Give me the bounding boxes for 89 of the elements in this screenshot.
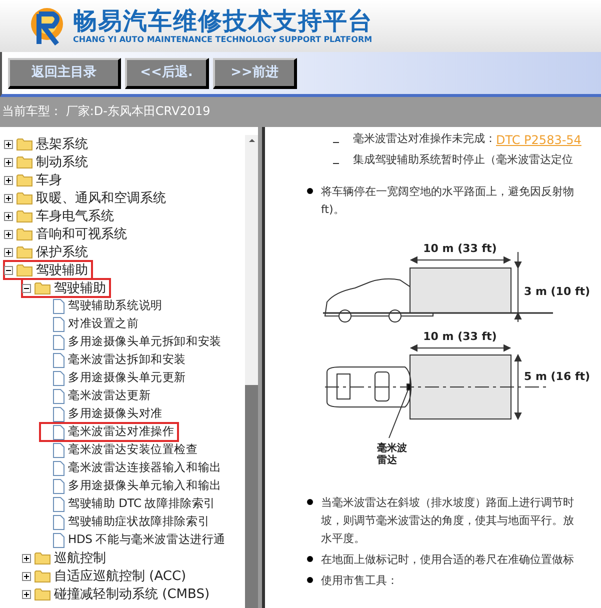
folder-icon	[16, 155, 33, 169]
expand-toggle[interactable]	[4, 248, 13, 256]
paragraph: 在地面上做标记时，使用合适的卷尺在准确位置做标	[321, 552, 574, 568]
scroll-thumb[interactable]	[245, 385, 258, 608]
folder-icon	[34, 551, 51, 565]
document-icon	[52, 478, 65, 494]
document-icon	[52, 514, 65, 530]
collapse-toggle[interactable]	[4, 266, 13, 274]
document-icon	[52, 406, 65, 422]
tree-item[interactable]: 驾驶辅助症状故障排除索引	[68, 516, 210, 528]
leader-line	[388, 390, 408, 438]
tree-item[interactable]: 毫米波雷达对准操作	[68, 426, 174, 438]
expand-toggle[interactable]	[4, 230, 13, 238]
tree-item[interactable]: 多用途摄像头单元输入和输出	[68, 480, 222, 492]
paragraph: 当毫米波雷达在斜坡（排水坡度）路面上进行调节时 坡，则调节毫米波雷达的角度，使其与地面平行。放 水平度。	[321, 495, 574, 547]
tree-item[interactable]: 巡航控制	[54, 552, 106, 564]
dash-icon	[333, 142, 339, 143]
folder-icon	[16, 227, 33, 241]
dimension-label: 10 m (33 ft)	[423, 330, 497, 343]
tree-item[interactable]: 驾驶辅助 DTC 故障排除索引	[68, 498, 216, 510]
expand-toggle[interactable]	[4, 212, 13, 220]
expand-toggle[interactable]	[22, 554, 31, 562]
expand-toggle[interactable]	[4, 194, 13, 202]
folder-icon	[16, 137, 33, 151]
folder-icon	[16, 173, 33, 187]
folder-icon	[34, 281, 51, 295]
expand-toggle[interactable]	[4, 158, 13, 166]
bullet-icon	[307, 577, 313, 583]
paragraph: 使用市售工具：	[321, 573, 398, 589]
tree-item[interactable]: 车身	[36, 174, 62, 186]
height-dimension-arrow	[514, 252, 522, 322]
tree-item[interactable]: 多用途摄像头对准	[68, 408, 162, 420]
dimension-label: 5 m (16 ft)	[524, 370, 590, 383]
site-title: 畅易汽车维修技术支持平台	[73, 7, 373, 35]
expand-toggle[interactable]	[4, 140, 13, 148]
tree-item[interactable]: 取暖、通风和空调系统	[36, 192, 166, 204]
document-icon	[52, 496, 65, 512]
tree-item[interactable]: 自适应巡航控制 (ACC)	[54, 570, 186, 582]
document-icon	[52, 388, 65, 404]
document-icon	[52, 370, 65, 386]
tree-item[interactable]: 车身电气系统	[36, 210, 114, 222]
tree-item[interactable]: 音响和可视系统	[36, 228, 127, 240]
document-icon	[52, 334, 65, 350]
list-text: 毫米波雷达对准操作未完成：	[353, 131, 496, 148]
tree-item[interactable]: 毫米波雷达安装位置检查	[68, 444, 198, 456]
tree-item[interactable]: 多用途摄像头单元拆卸和安装	[68, 336, 222, 348]
tree-item[interactable]: 保护系统	[36, 246, 88, 258]
site-subtitle: CHANG YI AUTO MAINTENANCE TECHNOLOGY SUPPORT PLATFORM	[73, 35, 373, 45]
tree-item[interactable]: 毫米波雷达拆卸和安装	[68, 354, 186, 366]
tree-item[interactable]: 制动系统	[36, 156, 88, 168]
tree-item[interactable]: 悬架系统	[36, 138, 88, 150]
scrollbar[interactable]	[245, 135, 258, 608]
folder-icon	[34, 587, 51, 601]
folder-icon	[16, 209, 33, 223]
expand-toggle[interactable]	[22, 590, 31, 598]
tree-item[interactable]: 毫米波雷达连接器输入和输出	[68, 462, 222, 474]
radar-label: 毫米波 雷达	[377, 443, 407, 466]
tree-item[interactable]: 驾驶辅助系统说明	[68, 300, 162, 312]
bullet-icon	[307, 556, 313, 562]
dimension-label: 3 m (10 ft)	[524, 285, 590, 298]
tree-item[interactable]: 毫米波雷达更新	[68, 390, 151, 402]
tree-item[interactable]: HDS 不能与毫米波雷达进行通	[68, 534, 226, 546]
bullet-icon	[307, 499, 313, 505]
folder-icon	[16, 191, 33, 205]
tree-item[interactable]: 对准设置之前	[68, 318, 139, 330]
tree-item[interactable]: 多用途摄像头单元更新	[68, 372, 186, 384]
folder-icon	[16, 245, 33, 259]
dimension-label: 10 m (33 ft)	[423, 242, 497, 255]
tree-item[interactable]: 驾驶辅助	[54, 282, 106, 294]
list-text: 集成驾驶辅助系统暂时停止（毫米波雷达定位	[353, 152, 573, 168]
bullet-icon	[307, 188, 313, 194]
document-icon	[52, 532, 65, 548]
document-icon	[52, 424, 65, 440]
current-model-label: 当前车型： 厂家:D-东风本田CRV2019	[2, 104, 210, 118]
document-icon	[52, 298, 65, 314]
document-icon	[52, 442, 65, 458]
expand-toggle[interactable]	[4, 176, 13, 184]
folder-icon	[34, 569, 51, 583]
expand-toggle[interactable]	[22, 572, 31, 580]
tree-item[interactable]: 驾驶辅助	[36, 264, 88, 276]
collapse-toggle[interactable]	[22, 284, 31, 292]
document-icon	[52, 316, 65, 332]
document-icon	[52, 460, 65, 476]
folder-icon	[16, 263, 33, 277]
dash-icon	[333, 163, 339, 164]
tree-item[interactable]: 碰撞减轻制动系统 (CMBS)	[54, 588, 210, 600]
paragraph: 将车辆停在一宽阔空地的水平路面上，避免因反射物 ft)。	[321, 184, 574, 218]
width-dimension-arrow	[514, 354, 522, 420]
document-icon	[52, 352, 65, 368]
